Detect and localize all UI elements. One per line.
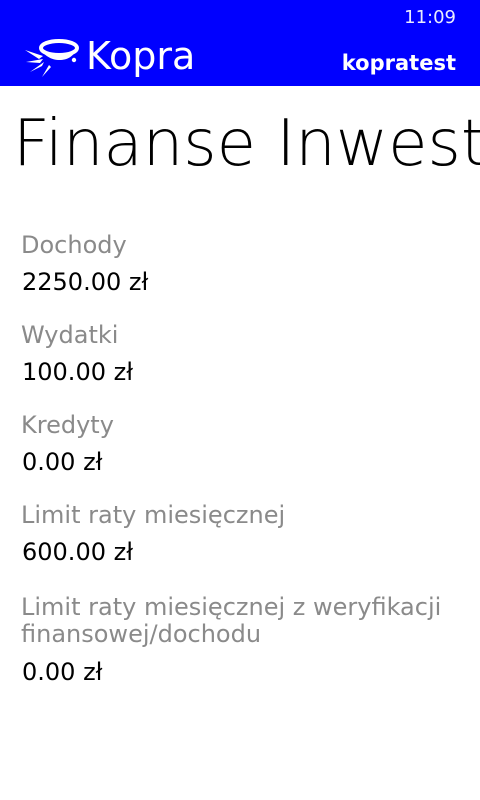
kopra-logo-icon — [25, 39, 79, 77]
page-title: Finanse Inwestorz — [13, 107, 480, 181]
expenses-value: 100.00 zł — [22, 358, 134, 386]
monthly-installment-limit-value: 600.00 zł — [22, 538, 134, 566]
app-header: 11:09 Kopra kopratest — [0, 0, 480, 86]
monthly-installment-limit-label: Limit raty miesięcznej — [21, 501, 286, 529]
income-value: 2250.00 zł — [22, 268, 149, 296]
verified-installment-limit-value: 0.00 zł — [22, 658, 103, 686]
credits-label: Kredyty — [21, 411, 114, 439]
app-name: Kopra — [86, 34, 196, 78]
credits-value: 0.00 zł — [22, 448, 103, 476]
status-time: 11:09 — [404, 7, 456, 28]
expenses-label: Wydatki — [21, 321, 119, 349]
username-link[interactable]: kopratest — [342, 50, 456, 76]
income-label: Dochody — [21, 231, 127, 259]
app-screen: 11:09 Kopra kopratest Finanse Inwestorz … — [0, 0, 480, 800]
verified-installment-limit-label: Limit raty miesięcznej z weryfikacji fin… — [21, 593, 442, 648]
